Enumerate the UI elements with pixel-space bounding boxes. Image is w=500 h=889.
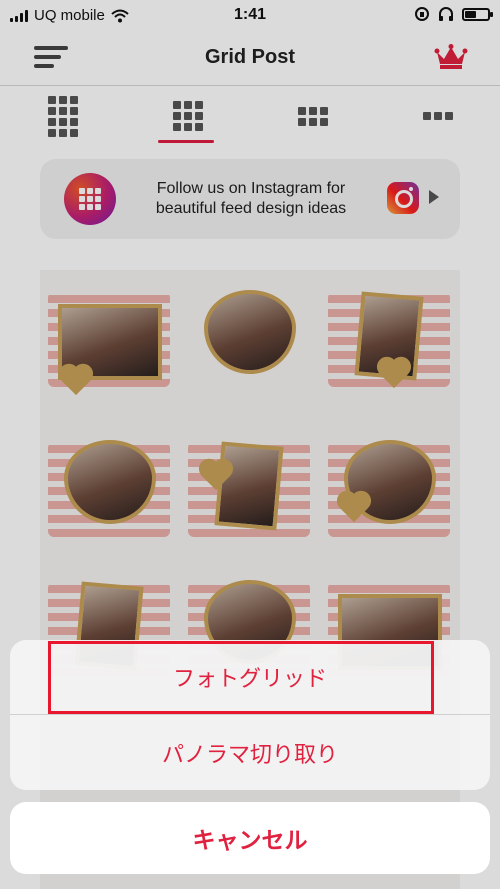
- panorama-crop-label: パノラマ切り取り: [161, 741, 338, 767]
- panorama-crop-option[interactable]: パノラマ切り取り: [10, 715, 490, 790]
- selection-highlight: [48, 641, 434, 714]
- cancel-label: キャンセル: [192, 827, 308, 853]
- cancel-button[interactable]: キャンセル: [10, 802, 490, 874]
- action-sheet: フォトグリッド パノラマ切り取り: [10, 640, 490, 790]
